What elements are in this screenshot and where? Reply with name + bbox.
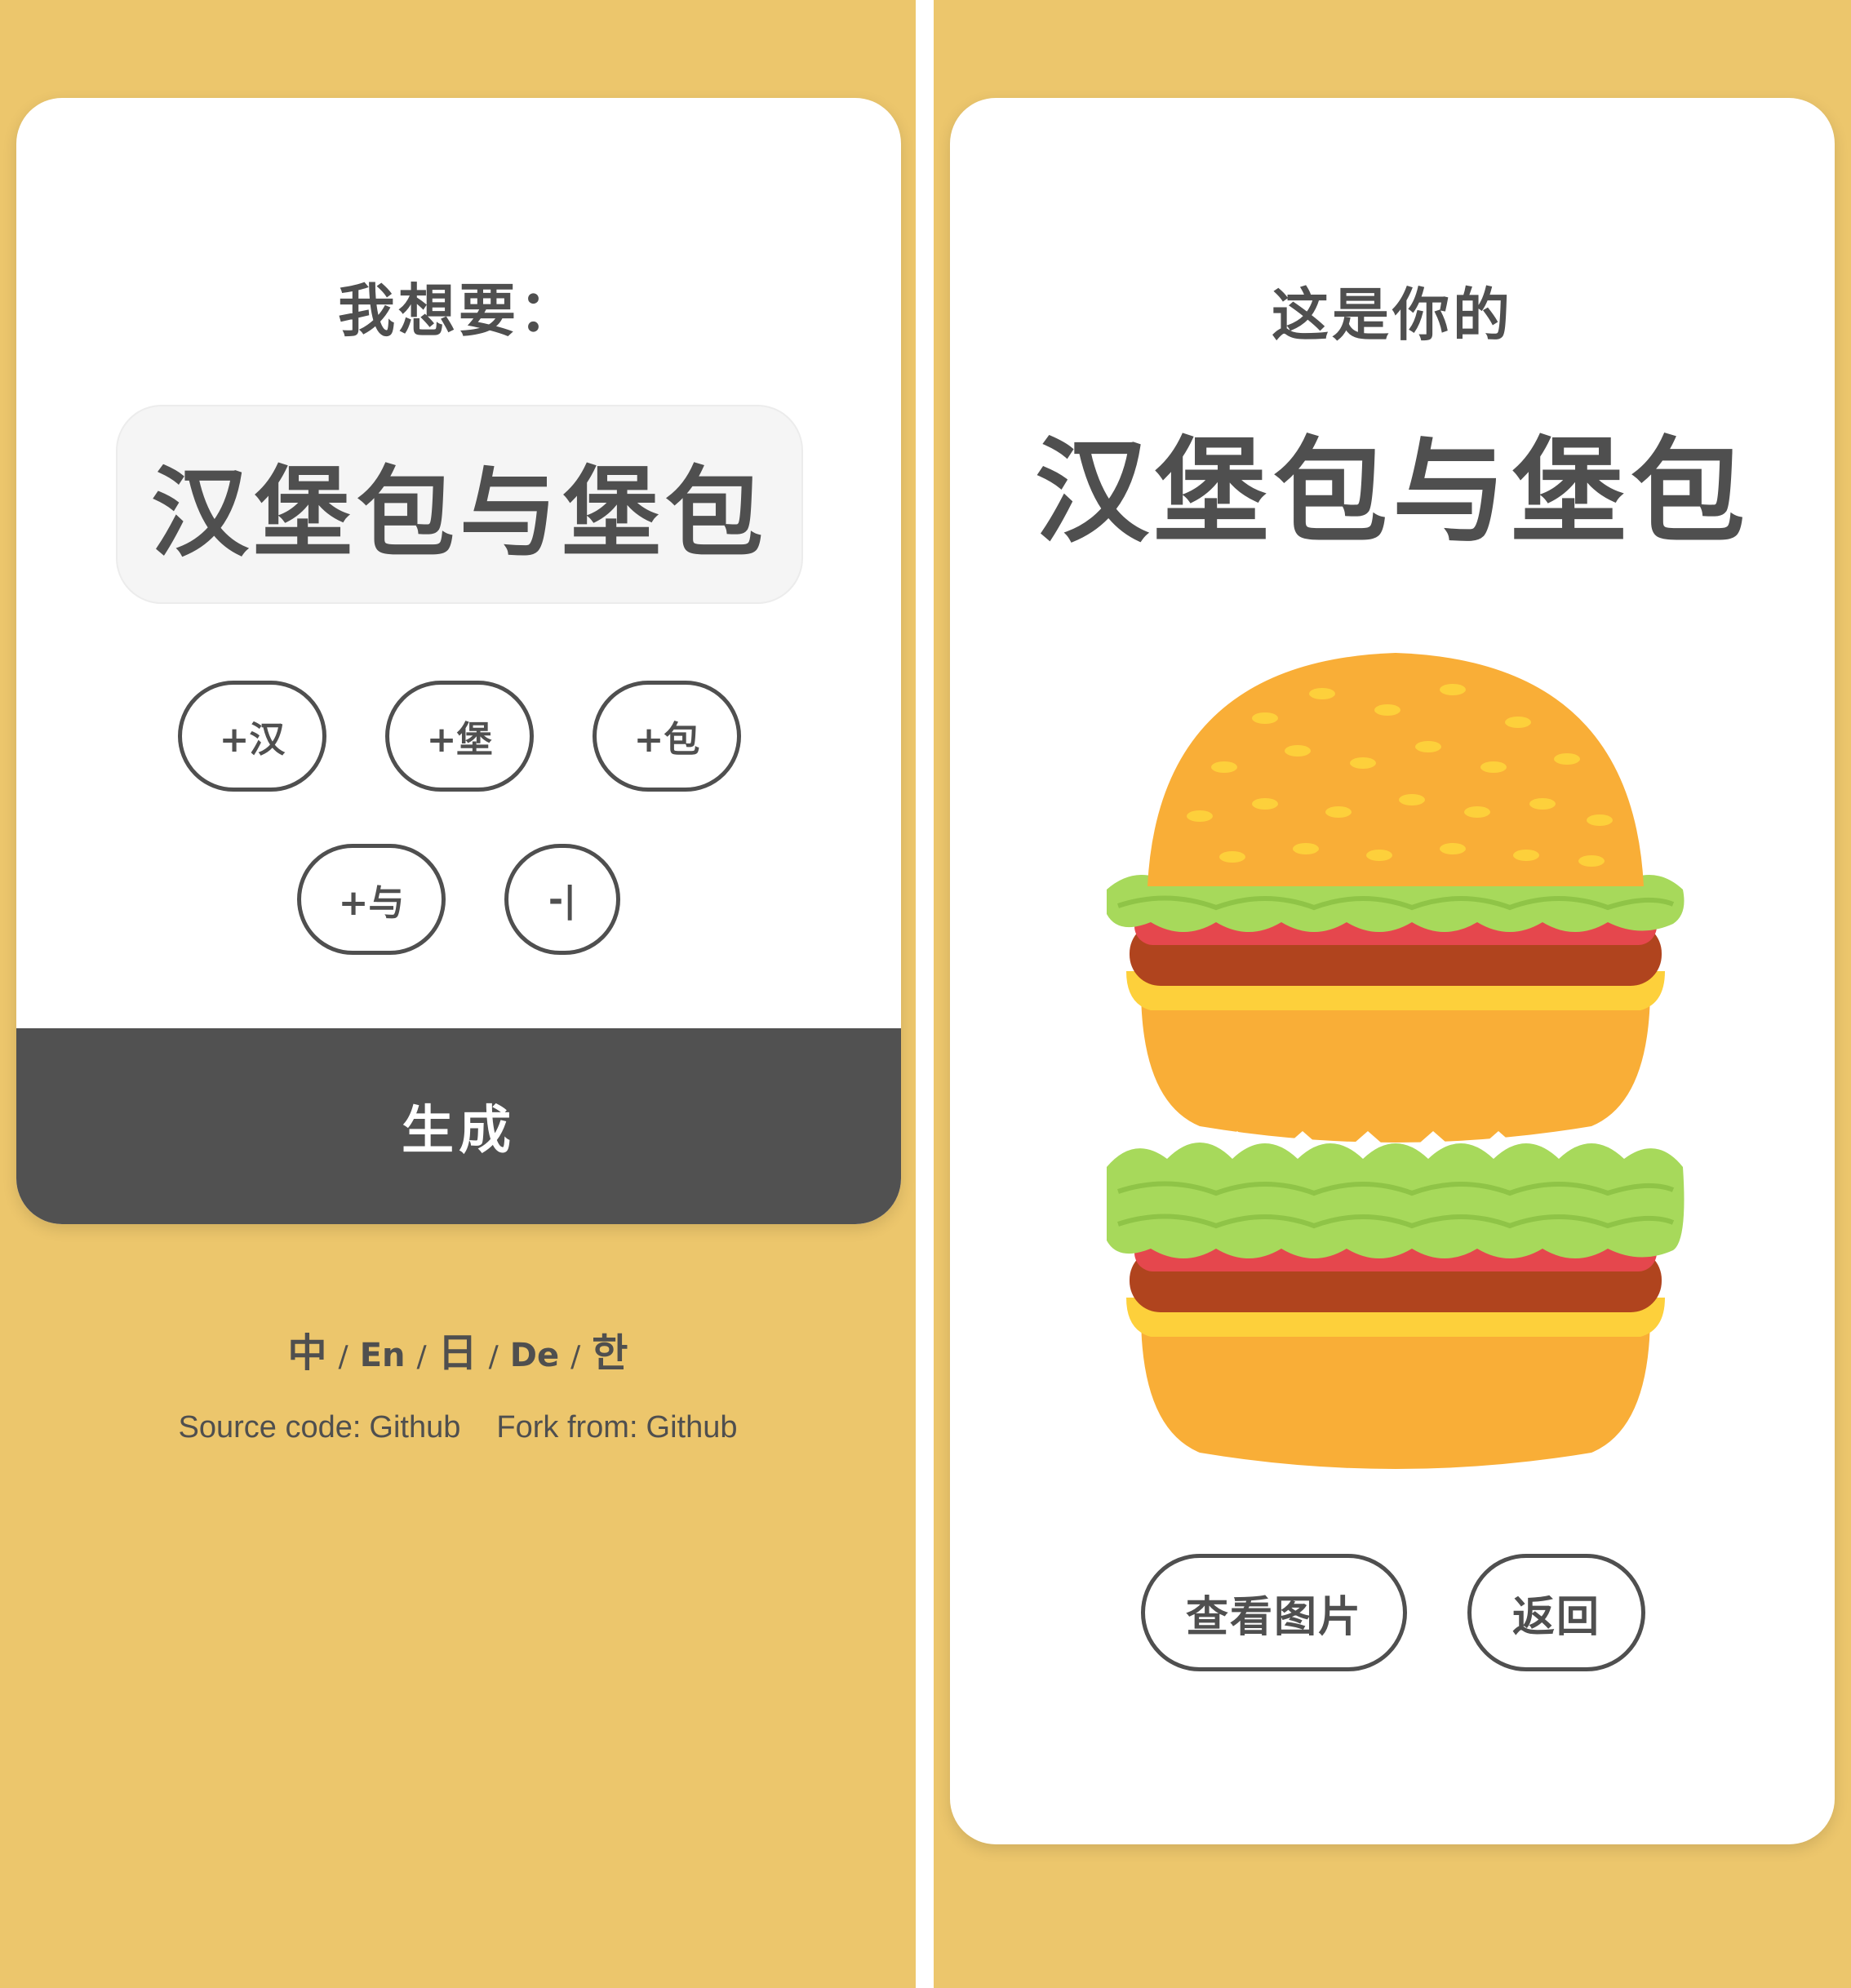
screen-divider [916, 0, 934, 1988]
lang-ja-link[interactable]: 日 [438, 1320, 477, 1378]
result-label: 这是你的 [1272, 282, 1513, 348]
current-word-display: 汉堡包与堡包 [116, 405, 803, 604]
add-yu-button[interactable]: +与 [297, 844, 446, 955]
result-title: 汉堡包与堡包 [1034, 426, 1750, 559]
lang-separator: / [488, 1340, 499, 1373]
prompt-label: 我想要： [338, 277, 579, 344]
lang-separator: / [416, 1340, 427, 1373]
footer-links: Source code: Github Fork from: Github [0, 1410, 916, 1445]
lang-ko-link[interactable]: 한 [592, 1320, 628, 1378]
fork-from-github-link[interactable]: Github [646, 1410, 738, 1445]
result-card: 这是你的 汉堡包与堡包 查看图片 返回 [950, 98, 1835, 1844]
lang-separator: / [570, 1340, 581, 1373]
generate-button[interactable]: 生成 [16, 1028, 901, 1224]
add-bao-fortress-button[interactable]: +堡 [385, 681, 534, 792]
topless-burger-illustration [1107, 1131, 1685, 1469]
result-screen: 这是你的 汉堡包与堡包 查看图片 返回 [934, 0, 1851, 1988]
word-builder-card: 我想要： 汉堡包与堡包 +汉 +堡 +包 +与 -| 生成 [16, 98, 901, 1224]
back-button[interactable]: 返回 [1467, 1554, 1645, 1671]
lang-de-link[interactable]: De [510, 1337, 559, 1374]
lang-en-link[interactable]: En [360, 1337, 406, 1374]
source-code-github-link[interactable]: Github [369, 1410, 460, 1445]
lang-zh-link[interactable]: 中 [288, 1320, 327, 1378]
fork-from-label: Fork from: [496, 1410, 638, 1444]
lang-separator: / [338, 1340, 348, 1373]
language-switcher: 中 / En / 日 / De / 한 [0, 1320, 916, 1378]
add-bao-wrap-button[interactable]: +包 [593, 681, 741, 792]
full-burger-illustration [1107, 653, 1685, 1143]
add-han-button[interactable]: +汉 [178, 681, 326, 792]
input-screen: 我想要： 汉堡包与堡包 +汉 +堡 +包 +与 -| 生成 中 / En / 日… [0, 0, 916, 1988]
view-image-button[interactable]: 查看图片 [1141, 1554, 1407, 1671]
current-word-text: 汉堡包与堡包 [151, 457, 768, 570]
backspace-button[interactable]: -| [504, 844, 620, 955]
source-code-label: Source code: [178, 1410, 362, 1444]
